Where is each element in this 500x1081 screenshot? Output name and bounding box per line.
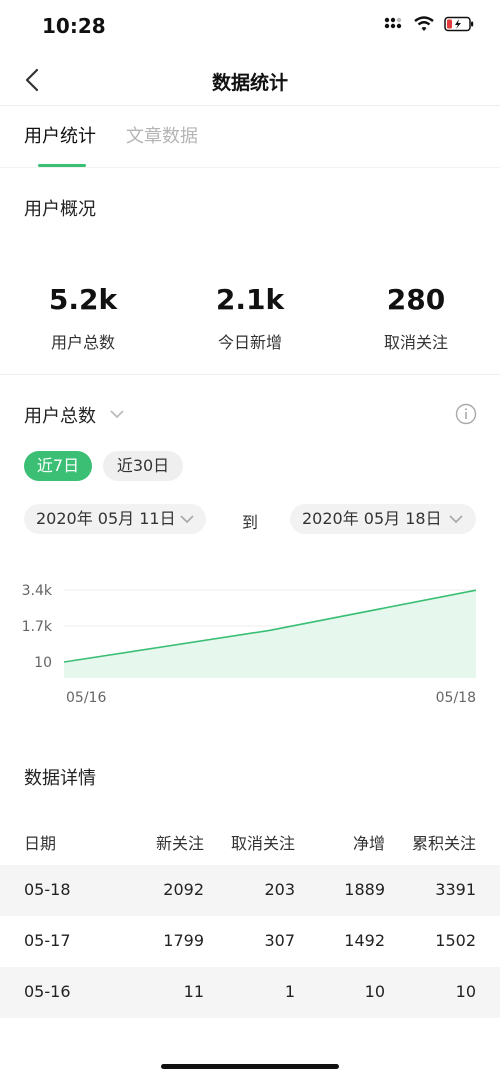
home-indicator [161, 1064, 339, 1069]
stat-unfollow-value: 280 [386, 283, 446, 316]
table-header: 日期 新关注 取消关注 净增 累积关注 [0, 820, 500, 864]
table-row: 05-18 2092 203 1889 3391 [0, 865, 500, 916]
cell-cumulative: 10 [455, 982, 476, 1001]
cell-new-follows: 11 [183, 982, 204, 1001]
y-tick-label: 10 [34, 655, 52, 671]
cell-date: 05-16 [24, 982, 71, 1001]
overview-title: 用户概况 [24, 199, 96, 220]
info-icon[interactable] [455, 403, 477, 425]
cell-date: 05-18 [24, 880, 71, 899]
cell-cumulative: 1502 [435, 931, 476, 950]
column-header-date: 日期 [24, 834, 57, 853]
chevron-down-icon [180, 515, 194, 524]
y-tick-label: 3.4k [22, 583, 53, 599]
cellular-signal-icon [384, 17, 402, 29]
stat-total-users-value: 5.2k [48, 283, 118, 316]
cell-unfollows: 307 [264, 931, 295, 950]
cell-unfollows: 203 [264, 880, 295, 899]
cell-net-growth: 1889 [344, 880, 385, 899]
stat-total-users-label: 用户总数 [50, 333, 115, 352]
chevron-down-icon [449, 515, 463, 524]
metric-selector[interactable]: 用户总数 [24, 402, 96, 428]
section-divider [0, 374, 500, 375]
area-fill [64, 590, 476, 678]
status-bar: 10:28 [0, 0, 500, 56]
column-header-cumulative: 累积关注 [411, 834, 476, 853]
column-header-new-follows: 新关注 [155, 834, 204, 853]
cell-new-follows: 2092 [163, 880, 204, 899]
column-header-net-growth: 净增 [352, 834, 385, 853]
status-time: 10:28 [42, 14, 106, 38]
cell-date: 05-17 [24, 931, 71, 950]
table-row: 05-16 11 1 10 10 [0, 967, 500, 1018]
tab-user-stats[interactable]: 用户统计 [24, 122, 96, 148]
tab-bar: 用户统计 文章数据 [0, 106, 500, 168]
cell-cumulative: 3391 [435, 880, 476, 899]
stat-unfollow-label: 取消关注 [383, 333, 448, 352]
status-icons [384, 16, 474, 32]
page-title: 数据统计 [211, 72, 288, 94]
user-total-chart: 3.4k 1.7k 10 05/16 05/18 [22, 583, 477, 706]
cell-unfollows: 1 [284, 982, 295, 1001]
nav-bar: 数据统计 [0, 56, 500, 106]
metric-selector-label: 用户总数 [24, 406, 96, 427]
from-date-label: 2020年 05月 11日 [36, 509, 176, 528]
cell-net-growth: 10 [364, 982, 385, 1001]
column-header-unfollows: 取消关注 [230, 834, 295, 853]
stat-new-today-value: 2.1k [215, 283, 285, 316]
table-row: 05-17 1799 307 1492 1502 [0, 916, 500, 967]
cell-new-follows: 1799 [163, 931, 204, 950]
range-7-days-button[interactable]: 近7日 [24, 451, 92, 481]
range-30-days-button[interactable]: 近30日 [103, 451, 183, 481]
wifi-icon [414, 16, 434, 31]
chevron-down-icon[interactable] [108, 405, 126, 423]
x-tick-label: 05/16 [66, 690, 106, 706]
cell-net-growth: 1492 [344, 931, 385, 950]
stat-new-today-label: 今日新增 [217, 333, 282, 352]
active-tab-indicator [38, 164, 86, 167]
to-date-label: 2020年 05月 18日 [302, 509, 442, 528]
details-title: 数据详情 [24, 768, 96, 789]
date-range-to-label: 到 [242, 513, 259, 532]
battery-icon [444, 16, 474, 32]
y-tick-label: 1.7k [22, 619, 53, 635]
x-tick-label: 05/18 [436, 690, 476, 706]
tab-article-data[interactable]: 文章数据 [126, 122, 198, 148]
